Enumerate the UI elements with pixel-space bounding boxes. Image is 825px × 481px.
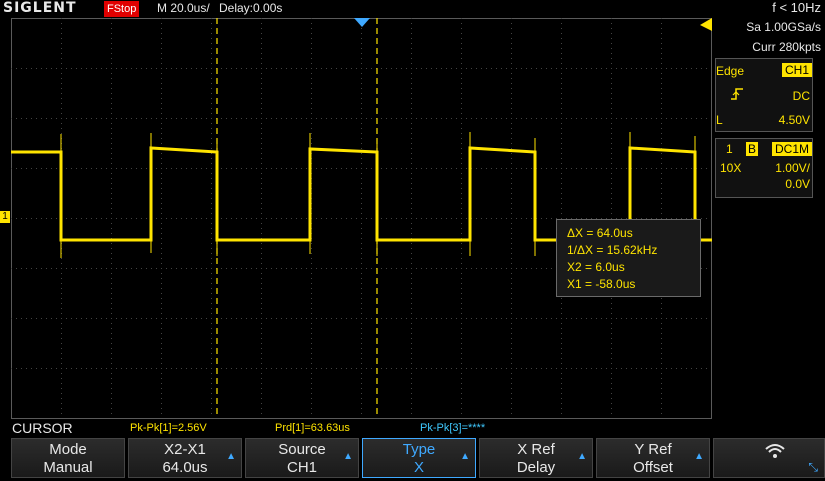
softkey-type-value: X xyxy=(413,459,424,476)
volts-per-div: 1.00V/ xyxy=(775,161,810,175)
trigger-level-label: L xyxy=(716,113,723,127)
right-info-panel: Sa 1.00GSa/s Curr 280kpts Edge CH1 DC L … xyxy=(713,18,825,419)
cursor-readout-panel: ΔX = 64.0us 1/ΔX = 15.62kHz X2 = 6.0us X… xyxy=(556,219,701,297)
wifi-icon xyxy=(764,443,786,464)
inverse-delta-x-readout: 1/ΔX = 15.62kHz xyxy=(567,243,658,257)
softkey-network[interactable]: ⤡ xyxy=(713,438,825,478)
delta-x-readout: ΔX = 64.0us xyxy=(567,226,633,240)
channel-number: 1 xyxy=(726,142,733,156)
trigger-source-badge: CH1 xyxy=(781,63,812,77)
softkey-x2-x1[interactable]: X2-X1 64.0us ▲ xyxy=(128,438,242,478)
probe-attenuation: 10X xyxy=(720,161,742,175)
softkey-x2-x1-label: X2-X1 xyxy=(164,441,206,458)
frequency-counter: f < 10Hz xyxy=(772,0,821,15)
softkey-x-ref-value: Delay xyxy=(516,459,556,476)
brand-logo: SIGLENT xyxy=(3,0,77,16)
adjust-up-icon: ▲ xyxy=(460,451,470,462)
sample-rate: Sa 1.00GSa/s xyxy=(746,20,821,34)
x2-readout: X2 = 6.0us xyxy=(567,260,625,274)
adjust-up-icon: ▲ xyxy=(226,451,236,462)
softkey-x2-x1-value: 64.0us xyxy=(162,459,208,476)
measurement-period-ch1: Prd[1]=63.63us xyxy=(275,422,350,434)
x1-readout: X1 = -58.0us xyxy=(567,277,636,291)
softkey-source-label: Source xyxy=(278,441,326,458)
coupling-badge: DC1M xyxy=(771,142,812,156)
measurement-pkpk-ch3: Pk-Pk[3]=**** xyxy=(420,422,486,434)
softkey-source[interactable]: Source CH1 ▲ xyxy=(245,438,359,478)
ch1-offset-marker[interactable]: 1 xyxy=(0,211,10,223)
rising-edge-icon xyxy=(730,87,744,104)
trigger-info-box[interactable]: Edge CH1 DC L 4.50V xyxy=(715,58,813,132)
softkey-type-label: Type xyxy=(402,441,436,458)
softkey-x-ref-label: X Ref xyxy=(517,441,555,458)
menu-title: CURSOR xyxy=(12,420,73,436)
softkey-type[interactable]: Type X ▲ xyxy=(362,438,476,478)
ch1-marker-label: 1 xyxy=(2,211,8,222)
timebase-readout[interactable]: M 20.0us/ xyxy=(157,1,210,15)
softkey-mode-value: Manual xyxy=(43,459,93,476)
adjust-up-icon: ▲ xyxy=(694,451,704,462)
softkey-mode-label: Mode xyxy=(49,441,87,458)
measurement-pkpk-ch1: Pk-Pk[1]=2.56V xyxy=(130,422,207,434)
trigger-type: Edge xyxy=(716,64,745,78)
expand-icon[interactable]: ⤡ xyxy=(808,460,818,475)
run-state-badge[interactable]: FStop xyxy=(104,1,140,17)
trigger-level-value: 4.50V xyxy=(778,113,810,127)
softkey-mode[interactable]: Mode Manual xyxy=(11,438,125,478)
softkey-y-ref-label: Y Ref xyxy=(634,441,672,458)
softkey-source-value: CH1 xyxy=(286,459,317,476)
adjust-up-icon: ▲ xyxy=(577,451,587,462)
memory-depth: Curr 280kpts xyxy=(752,40,821,54)
top-status-bar: SIGLENT FStop M 20.0us/ Delay:0.00s f < … xyxy=(0,0,825,18)
channel-offset: 0.0V xyxy=(785,177,810,191)
softkey-y-ref[interactable]: Y Ref Offset ▲ xyxy=(596,438,710,478)
bandwidth-limit-badge: B xyxy=(746,142,759,156)
trigger-coupling: DC xyxy=(792,89,810,103)
adjust-up-icon: ▲ xyxy=(343,451,353,462)
softkey-x-ref[interactable]: X Ref Delay ▲ xyxy=(479,438,593,478)
softkey-y-ref-value: Offset xyxy=(633,459,673,476)
channel1-info-box[interactable]: 1 B DC1M 10X 1.00V/ 0.0V xyxy=(715,138,813,198)
delay-readout[interactable]: Delay:0.00s xyxy=(219,1,282,15)
